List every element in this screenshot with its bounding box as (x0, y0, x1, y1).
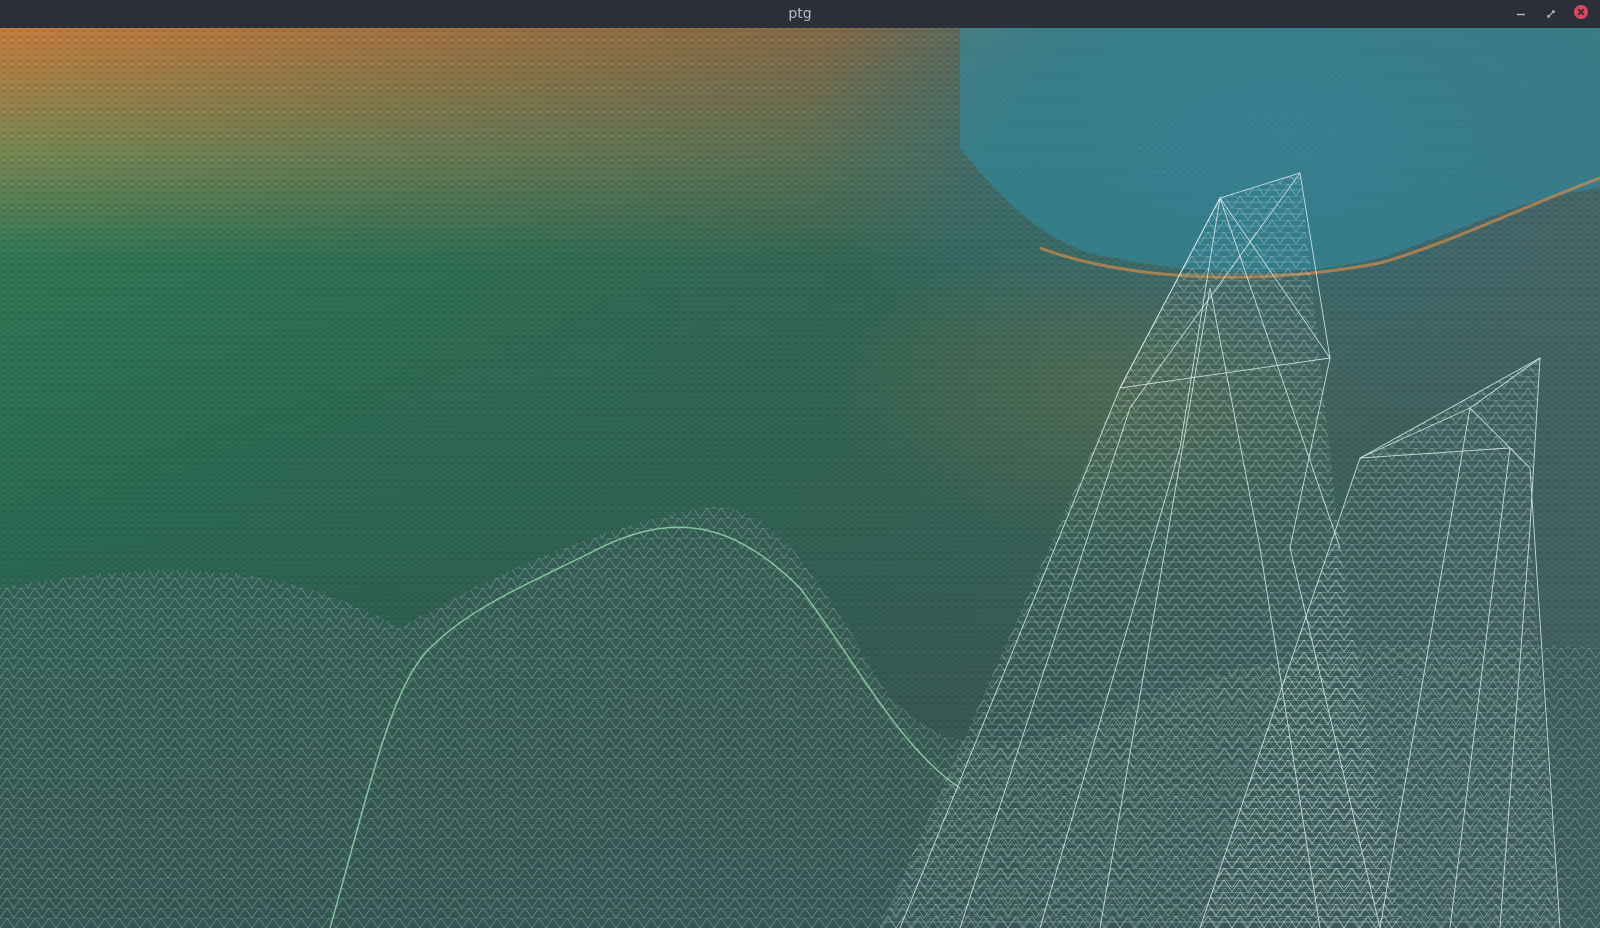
minimize-icon (1515, 5, 1527, 24)
title-bar[interactable]: ptg (0, 0, 1600, 28)
close-icon (1573, 4, 1589, 24)
wireframe-terrain (0, 28, 1600, 928)
window-controls (1510, 4, 1592, 24)
window-title: ptg (788, 6, 812, 22)
app-window: ptg (0, 0, 1600, 928)
close-button[interactable] (1570, 4, 1592, 24)
restore-icon (1545, 5, 1557, 24)
render-viewport[interactable] (0, 28, 1600, 928)
minimize-button[interactable] (1510, 4, 1532, 24)
restore-button[interactable] (1540, 4, 1562, 24)
